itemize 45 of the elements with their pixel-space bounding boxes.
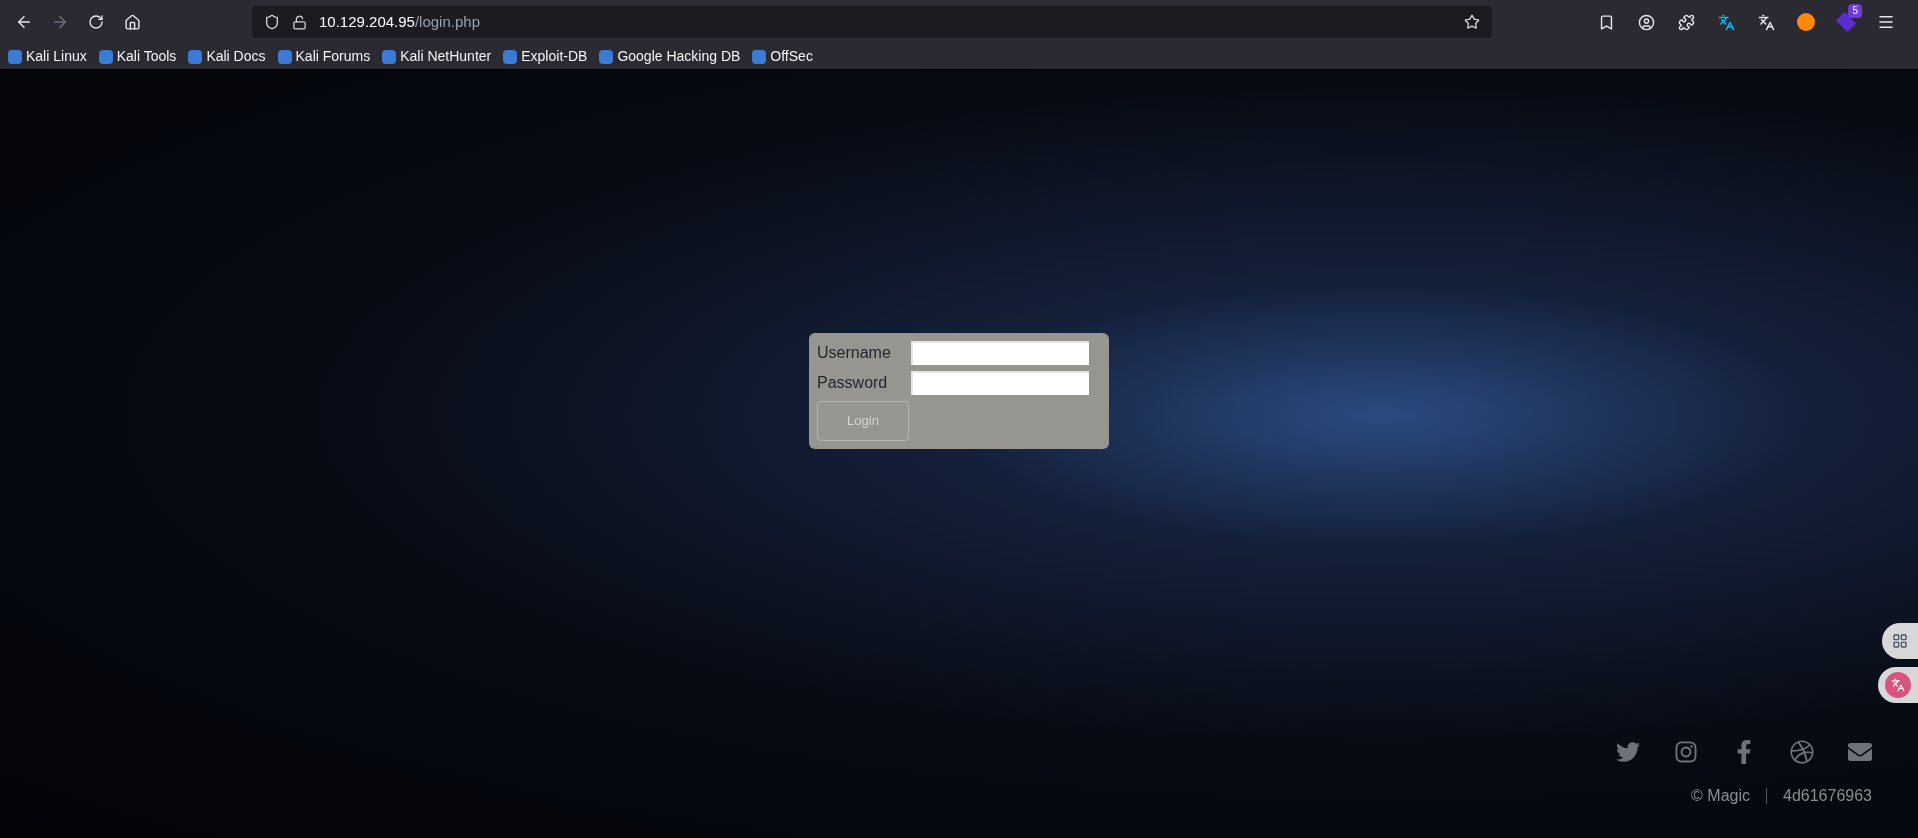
field-label: Password xyxy=(817,373,889,393)
menu-icon[interactable] xyxy=(1877,13,1895,31)
translate-icon xyxy=(1891,678,1905,692)
bookmark-link[interactable]: Exploit-DB xyxy=(503,46,588,67)
twitter-icon[interactable] xyxy=(1616,740,1640,764)
reload-icon[interactable] xyxy=(88,14,104,30)
address-bar[interactable]: 10.129.204.95/login.php xyxy=(252,6,1492,38)
input-field[interactable] xyxy=(911,371,1089,395)
forward-arrow-icon[interactable] xyxy=(51,13,69,31)
account-icon[interactable] xyxy=(1637,13,1655,31)
bookmark-link[interactable]: Kali Forums xyxy=(277,46,371,67)
favicon-icon xyxy=(98,49,113,64)
apps-button[interactable] xyxy=(1882,623,1918,659)
bookmark-link[interactable]: OffSec xyxy=(752,46,813,67)
star-icon[interactable] xyxy=(1464,14,1480,30)
translate-button[interactable] xyxy=(1878,667,1918,703)
url-text: 10.129.204.95/login.php xyxy=(319,11,480,32)
bookmark-link[interactable]: Kali Linux xyxy=(8,46,87,67)
copyright-text: © Magic xyxy=(1691,786,1750,806)
instagram-icon[interactable] xyxy=(1674,740,1698,764)
translate-icon[interactable] xyxy=(1717,13,1735,31)
grid-icon xyxy=(1892,633,1908,649)
code-text: 4d61676963 xyxy=(1783,786,1872,806)
extension-button[interactable]: 5 xyxy=(1830,6,1862,38)
favicon-icon xyxy=(188,49,203,64)
bookmark-link[interactable]: Kali Tools xyxy=(98,46,177,67)
puzzle-icon[interactable] xyxy=(1677,13,1695,31)
favicon-icon xyxy=(752,49,767,64)
lock-icon xyxy=(292,14,307,30)
count-badge: 5 xyxy=(1848,4,1862,18)
favicon-icon xyxy=(8,49,22,64)
field-label: Username xyxy=(817,343,892,363)
favicon-icon xyxy=(382,49,397,64)
bookmark-link[interactable]: Kali NetHunter xyxy=(382,46,492,67)
favicon-icon xyxy=(599,49,614,64)
bookmark-link[interactable]: Kali Docs xyxy=(188,46,266,67)
envelope-icon[interactable] xyxy=(1848,740,1872,764)
favicon-icon xyxy=(503,49,518,64)
translate-icon[interactable] xyxy=(1757,13,1775,31)
bookmark-link[interactable]: Google Hacking DB xyxy=(599,46,741,67)
home-icon[interactable] xyxy=(123,13,141,31)
favicon-icon xyxy=(277,49,292,64)
input-field[interactable] xyxy=(911,341,1089,365)
dribbble-icon[interactable] xyxy=(1790,740,1814,764)
shield-icon xyxy=(264,14,280,30)
